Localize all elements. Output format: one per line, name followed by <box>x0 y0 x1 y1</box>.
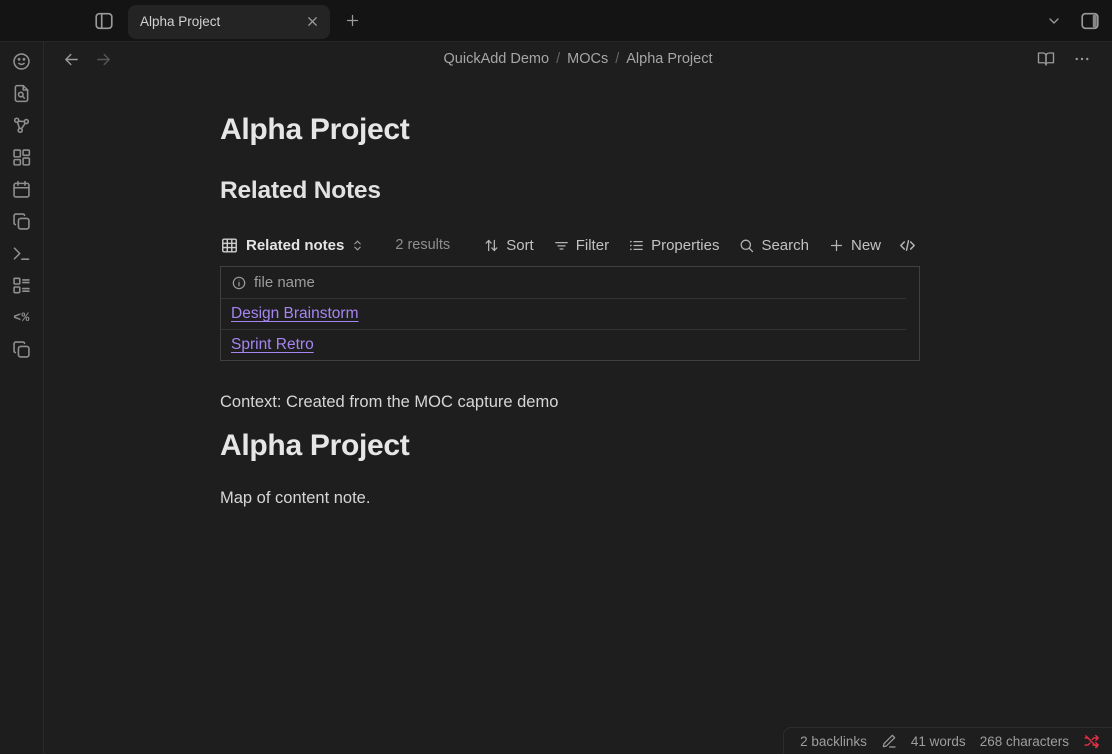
column-header-label: file name <box>254 274 315 291</box>
backlinks-count[interactable]: 2 backlinks <box>800 734 867 749</box>
note-pane: QuickAdd Demo / MOCs / Alpha Project <box>44 42 1112 754</box>
forward-button[interactable] <box>90 47 116 71</box>
note-title: Alpha Project <box>220 112 920 148</box>
book-open-icon <box>1037 50 1055 68</box>
tab-list-dropdown-button[interactable] <box>1040 7 1068 35</box>
view-header: QuickAdd Demo / MOCs / Alpha Project <box>44 42 1112 76</box>
layout-list-icon[interactable] <box>10 275 34 296</box>
new-item-button[interactable]: New <box>828 237 881 254</box>
tab-bar: Alpha Project <box>0 0 1112 42</box>
arrow-up-down-icon <box>483 237 500 254</box>
breadcrumb: QuickAdd Demo / MOCs / Alpha Project <box>444 51 713 67</box>
plus-icon <box>828 237 845 254</box>
note-link-design-brainstorm[interactable]: Design Brainstorm <box>231 305 359 323</box>
breadcrumb-vault[interactable]: QuickAdd Demo <box>444 51 550 67</box>
back-button[interactable] <box>58 47 84 71</box>
right-sidebar-toggle-button[interactable] <box>1076 7 1104 35</box>
body-paragraph: Map of content note. <box>220 486 920 510</box>
clock-face-icon[interactable] <box>10 51 34 72</box>
plus-icon <box>344 12 361 29</box>
pencil-line-icon <box>881 733 897 749</box>
shuffle-off-icon <box>1083 733 1100 750</box>
sort-button[interactable]: Sort <box>483 237 534 254</box>
search-icon <box>738 237 755 254</box>
results-count: 2 results <box>395 237 450 253</box>
panel-left-icon <box>93 10 115 32</box>
templates-icon[interactable] <box>10 211 34 232</box>
list-icon <box>628 237 645 254</box>
bases-toolbar: Related notes 2 results <box>220 233 920 257</box>
tab-title: Alpha Project <box>140 14 305 29</box>
view-name: Related notes <box>246 237 344 254</box>
chevron-down-icon <box>1046 13 1062 29</box>
copy-icon[interactable] <box>10 339 34 360</box>
note-link-sprint-retro[interactable]: Sprint Retro <box>231 336 314 354</box>
ellipsis-icon <box>1073 50 1091 68</box>
new-tab-button[interactable] <box>338 7 366 35</box>
search-label: Search <box>761 237 809 254</box>
more-options-button[interactable] <box>1068 45 1096 73</box>
sync-error-indicator[interactable] <box>1083 733 1100 750</box>
status-bar: 2 backlinks 41 words 268 characters <box>783 727 1112 754</box>
chevrons-up-down-icon <box>351 239 364 252</box>
terminal-icon[interactable] <box>10 243 34 264</box>
new-label: New <box>851 237 881 254</box>
ribbon: <% <box>0 42 44 754</box>
sort-label: Sort <box>506 237 534 254</box>
table-row[interactable]: Design Brainstorm <box>221 299 919 329</box>
context-paragraph: Context: Created from the MOC capture de… <box>220 390 920 414</box>
note-content: Alpha Project Related Notes Related note… <box>220 112 920 510</box>
breadcrumb-separator: / <box>615 51 619 67</box>
breadcrumb-current[interactable]: Alpha Project <box>626 51 712 67</box>
filter-button[interactable]: Filter <box>553 237 609 254</box>
panel-right-icon <box>1079 10 1101 32</box>
table-header-row[interactable]: file name <box>221 267 919 298</box>
word-count: 41 words <box>911 734 966 749</box>
filter-lines-icon <box>553 237 570 254</box>
breadcrumb-folder[interactable]: MOCs <box>567 51 608 67</box>
arrow-right-icon <box>95 51 112 68</box>
tab-alpha-project[interactable]: Alpha Project <box>128 5 330 39</box>
code-view-button[interactable] <box>898 236 917 255</box>
layout-dashboard-icon[interactable] <box>10 147 34 168</box>
calendar-icon[interactable] <box>10 179 34 200</box>
edit-mode-indicator[interactable] <box>881 733 897 749</box>
table-view-icon <box>220 236 239 255</box>
code-icon <box>898 236 917 255</box>
obsidian-window: Alpha Project <box>0 0 1112 754</box>
properties-button[interactable]: Properties <box>628 237 719 254</box>
reading-view-toggle-button[interactable] <box>1032 45 1060 73</box>
graph-icon[interactable] <box>10 115 34 136</box>
left-sidebar-toggle-button[interactable] <box>90 7 118 35</box>
search-button[interactable]: Search <box>738 237 809 254</box>
table-row[interactable]: Sprint Retro <box>221 330 919 360</box>
arrow-left-icon <box>63 51 80 68</box>
embedded-note-title: Alpha Project <box>220 428 920 464</box>
character-count: 268 characters <box>980 734 1069 749</box>
templater-icon[interactable]: <% <box>10 307 34 328</box>
info-circle-icon <box>231 275 247 291</box>
file-search-icon[interactable] <box>10 83 34 104</box>
related-notes-table: file name Design Brainstorm Sprint Retro <box>220 266 920 361</box>
section-heading: Related Notes <box>220 176 920 206</box>
filter-label: Filter <box>576 237 609 254</box>
breadcrumb-separator: / <box>556 51 560 67</box>
properties-label: Properties <box>651 237 719 254</box>
templater-glyph: <% <box>13 310 30 325</box>
tab-close-icon[interactable] <box>305 14 320 29</box>
view-switcher[interactable]: Related notes <box>220 236 364 255</box>
